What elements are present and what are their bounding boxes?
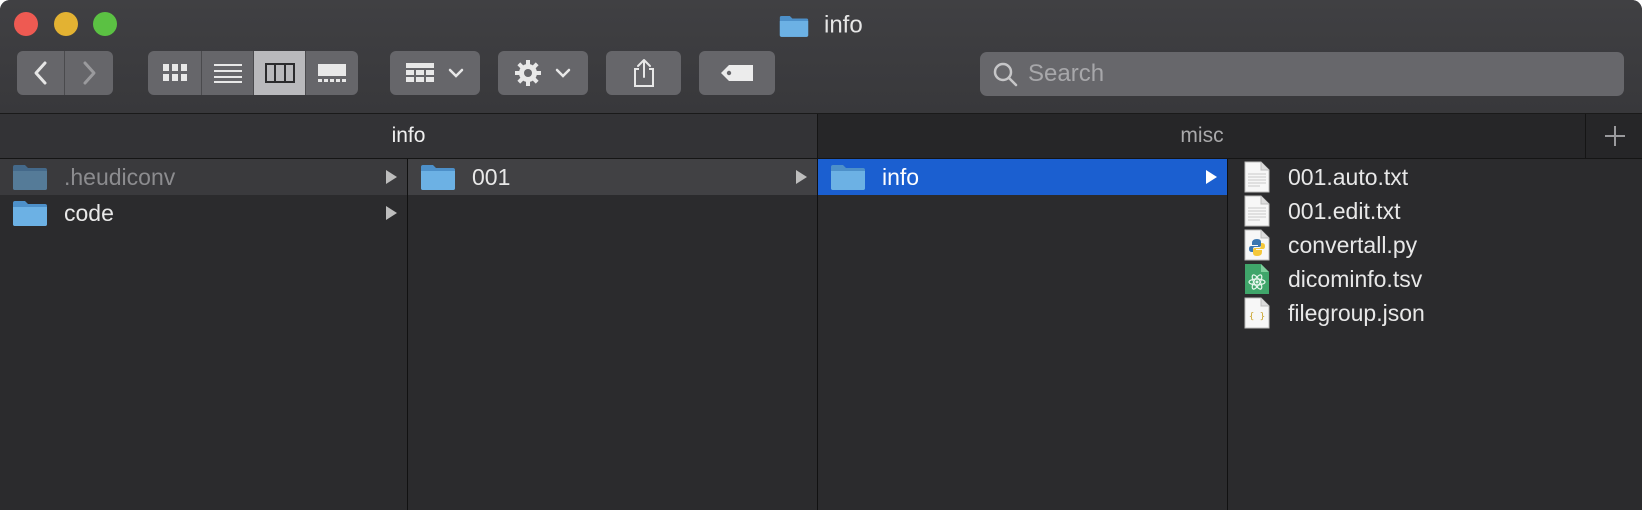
folder-row[interactable]: code <box>0 195 407 231</box>
column-view-button[interactable] <box>254 51 306 95</box>
file-name: filegroup.json <box>1288 299 1425 326</box>
file-name: 001.auto.txt <box>1288 163 1409 190</box>
disclosure-arrow-icon <box>1206 170 1217 184</box>
view-mode-selector <box>148 51 358 95</box>
folder-icon <box>779 14 809 38</box>
browser-column-4: 001.auto.txt 001.edit.txt convertall.py <box>1228 159 1642 510</box>
chevron-right-icon <box>83 61 96 85</box>
file-name: convertall.py <box>1288 231 1418 258</box>
icon-view-icon <box>162 64 187 81</box>
share-icon <box>633 59 654 87</box>
folder-row-selected[interactable]: info <box>818 159 1227 195</box>
text-file-icon <box>1244 195 1270 227</box>
finder-window: info Search info misc .heudiconv code 00… <box>0 0 1642 510</box>
chevron-down-icon <box>555 68 571 78</box>
search-input[interactable] <box>1026 59 1590 89</box>
search-icon <box>993 62 1018 87</box>
plus-icon <box>1604 126 1625 146</box>
search-field[interactable] <box>980 52 1624 96</box>
folder-name: code <box>64 199 114 226</box>
tsv-file-icon <box>1245 264 1269 294</box>
file-row[interactable]: dicominfo.tsv <box>1228 261 1642 297</box>
gear-icon <box>515 60 541 86</box>
list-view-icon <box>213 64 242 83</box>
chevron-down-icon <box>448 68 464 78</box>
share-button[interactable] <box>606 51 681 95</box>
tab-info[interactable]: info <box>0 114 818 158</box>
folder-icon <box>830 163 866 191</box>
folder-row[interactable]: 001 <box>408 159 817 195</box>
browser-column-3: info <box>818 159 1228 510</box>
icon-view-button[interactable] <box>148 51 202 95</box>
tag-button[interactable] <box>699 51 775 95</box>
new-tab-button[interactable] <box>1587 114 1642 158</box>
navigation-buttons <box>17 51 113 95</box>
folder-icon <box>12 163 48 191</box>
tag-icon <box>721 65 753 81</box>
file-row[interactable]: 001.auto.txt <box>1228 159 1642 195</box>
disclosure-arrow-icon <box>386 170 397 184</box>
window-title: info <box>0 10 1642 40</box>
action-button[interactable] <box>498 51 588 95</box>
group-by-button[interactable] <box>390 51 480 95</box>
browser-column-1: .heudiconv code <box>0 159 408 510</box>
toolbar: info <box>0 0 1642 114</box>
disclosure-arrow-icon <box>796 170 807 184</box>
text-file-icon <box>1244 161 1270 193</box>
back-button[interactable] <box>17 51 65 95</box>
folder-icon <box>420 163 456 191</box>
file-row[interactable]: convertall.py <box>1228 227 1642 263</box>
svg-text:{ }: { } <box>1249 312 1265 322</box>
forward-button[interactable] <box>65 51 113 95</box>
folder-name: info <box>882 163 920 190</box>
file-row[interactable]: { } filegroup.json <box>1228 295 1642 331</box>
file-row[interactable]: 001.edit.txt <box>1228 193 1642 229</box>
chevron-left-icon <box>34 61 46 85</box>
python-file-icon <box>1244 229 1270 261</box>
tab-misc[interactable]: misc <box>819 114 1586 158</box>
folder-row[interactable]: .heudiconv <box>0 159 407 195</box>
folder-name: .heudiconv <box>64 163 176 190</box>
tab-bar: info misc <box>0 114 1642 159</box>
file-name: dicominfo.tsv <box>1288 265 1423 292</box>
folder-icon <box>12 199 48 227</box>
gallery-view-button[interactable] <box>306 51 358 95</box>
column-view-icon <box>264 63 295 83</box>
group-by-icon <box>406 63 434 82</box>
browser-column-2: 001 <box>408 159 818 510</box>
window-title-label: info <box>823 11 863 39</box>
list-view-button[interactable] <box>202 51 254 95</box>
disclosure-arrow-icon <box>386 206 397 220</box>
folder-name: 001 <box>472 163 511 190</box>
gallery-view-icon <box>318 64 346 82</box>
file-name: 001.edit.txt <box>1288 197 1401 224</box>
json-file-icon: { } <box>1244 297 1270 329</box>
